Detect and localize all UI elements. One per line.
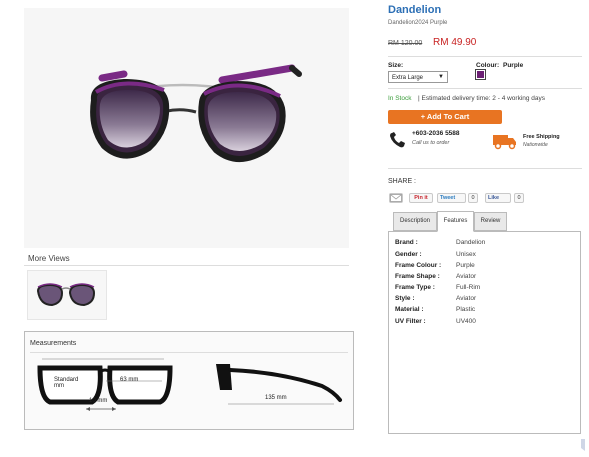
feature-key: Frame Colour : xyxy=(395,262,442,269)
feature-key: Material : xyxy=(395,306,424,313)
feature-key: Brand : xyxy=(395,239,418,246)
divider xyxy=(388,88,582,89)
pinterest-button[interactable]: Pin it xyxy=(409,193,433,203)
feature-key: Frame Type : xyxy=(395,284,435,291)
tweet-count: 0 xyxy=(468,193,478,203)
share-heading: SHARE : xyxy=(388,178,417,185)
feature-value: Dandelion xyxy=(456,239,486,246)
feature-value: Plastic xyxy=(456,306,476,313)
feature-value: Aviator xyxy=(456,295,477,302)
resize-handle-icon xyxy=(581,439,585,451)
facebook-like-button[interactable]: Like xyxy=(485,193,511,203)
add-to-cart-button[interactable]: + Add To Cart xyxy=(388,110,502,124)
free-shipping-caption: Nationwide xyxy=(523,142,548,148)
tab-review[interactable]: Review xyxy=(474,212,507,231)
feature-key: Style : xyxy=(395,295,415,302)
feature-key: Gender : xyxy=(395,251,422,258)
sale-price: RM 49.90 xyxy=(433,37,477,48)
mail-icon xyxy=(390,194,402,202)
bridge-width-label: 10 mm xyxy=(89,398,108,404)
product-subtitle: Dandelion2024 Purple xyxy=(388,20,448,26)
feature-value: UV400 xyxy=(456,318,476,325)
thumbnail-image[interactable] xyxy=(27,270,107,320)
stock-status: In Stock xyxy=(388,95,412,102)
like-count: 0 xyxy=(514,193,524,203)
size-label: Size: xyxy=(388,62,404,69)
chevron-down-icon[interactable]: ▼ xyxy=(438,74,444,80)
feature-key: Frame Shape : xyxy=(395,273,440,280)
feature-value: Full-Rim xyxy=(456,284,481,291)
standard-unit: mm xyxy=(54,383,64,389)
sunglasses-main-illustration xyxy=(90,64,302,162)
divider xyxy=(388,168,582,169)
divider xyxy=(24,265,349,266)
colour-label: Colour: xyxy=(476,62,500,69)
product-main-image[interactable] xyxy=(24,8,349,248)
old-price: RM 120.00 xyxy=(388,40,423,47)
lens-width-label: 63 mm xyxy=(120,377,139,383)
feature-value: Purple xyxy=(456,262,475,269)
truck-icon xyxy=(493,135,516,150)
free-shipping-title: Free Shipping xyxy=(523,134,560,140)
measurements-heading: Measurements xyxy=(30,340,77,347)
phone-number[interactable]: +603-2036 5588 xyxy=(412,130,460,137)
tab-features[interactable]: Features xyxy=(437,211,474,232)
colour-swatch-fill xyxy=(477,71,484,78)
delivery-estimate: | Estimated delivery time: 2 - 4 working… xyxy=(418,95,546,102)
tab-description[interactable]: Description xyxy=(393,212,437,231)
sunglasses-thumbnail-illustration xyxy=(36,283,96,307)
feature-value: Aviator xyxy=(456,273,477,280)
email-share-button[interactable] xyxy=(389,193,403,203)
tweet-button[interactable]: Tweet xyxy=(437,193,466,203)
colour-value: Purple xyxy=(503,62,524,69)
product-title: Dandelion xyxy=(388,4,442,16)
side-frame-diagram xyxy=(216,364,342,405)
more-views-heading: More Views xyxy=(28,254,70,263)
divider xyxy=(30,352,348,353)
feature-key: UV Filter : xyxy=(395,318,426,325)
feature-value: Unisex xyxy=(456,251,476,258)
phone-icon xyxy=(390,132,405,148)
temple-length-label: 135 mm xyxy=(265,395,287,401)
phone-caption: Call us to order xyxy=(412,140,450,146)
divider xyxy=(388,56,582,57)
